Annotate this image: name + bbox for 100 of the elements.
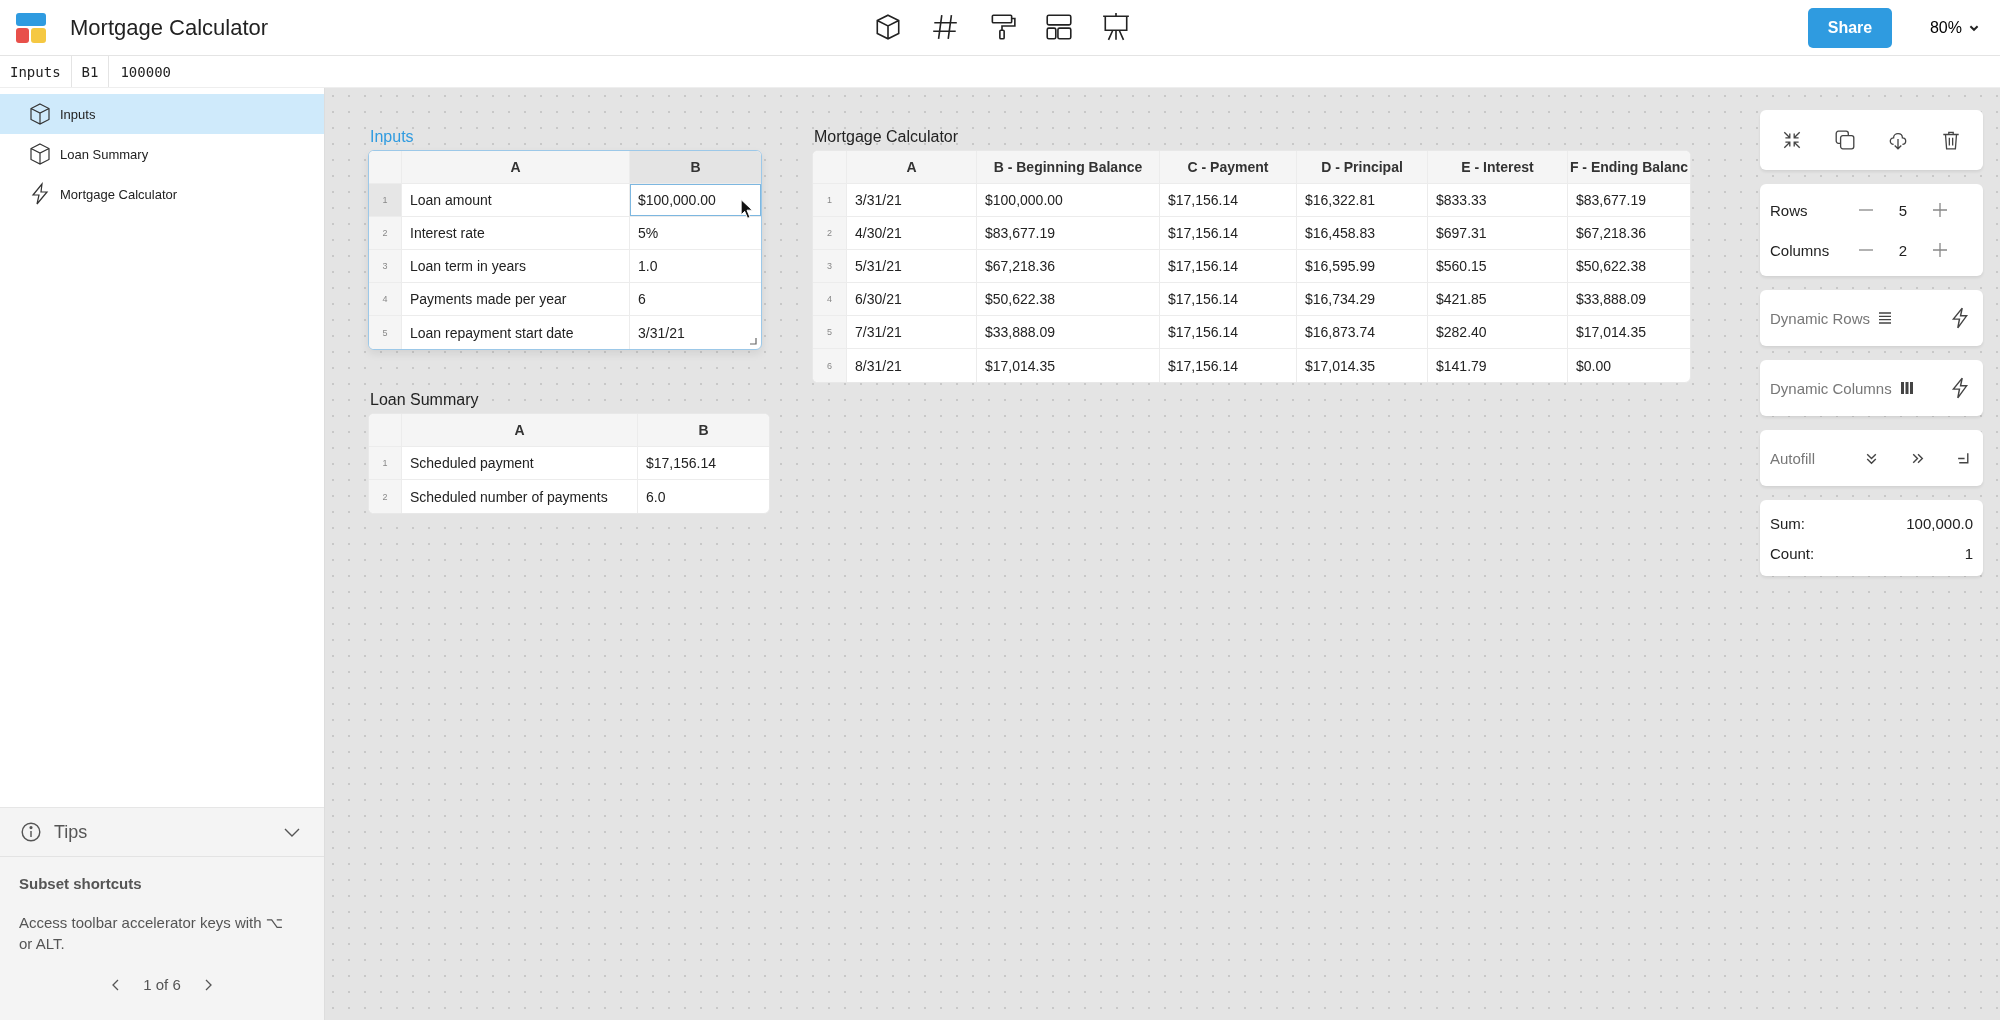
- column-header[interactable]: E - Interest: [1428, 151, 1568, 183]
- table-cell: $560.15: [1428, 250, 1568, 282]
- info-icon: [20, 821, 42, 843]
- column-header[interactable]: B - Beginning Balance: [977, 151, 1160, 183]
- table-cell: Loan term in years: [402, 250, 630, 282]
- table-cell-text: $83,677.19: [1575, 191, 1648, 210]
- table-cell: $16,734.29: [1297, 283, 1428, 315]
- table-cell-text: $0.00: [1575, 356, 1613, 376]
- table-cell: $17,014.35: [977, 349, 1160, 382]
- hash-icon[interactable]: [930, 12, 960, 42]
- cube-icon: [28, 142, 52, 166]
- columns-icon: [1899, 381, 1914, 395]
- dynamic-label: Dynamic Columns: [1770, 379, 1892, 397]
- table-cell: $16,873.74: [1297, 316, 1428, 348]
- table-cell: Interest rate: [402, 217, 630, 249]
- table-cell: $282.40: [1428, 316, 1568, 348]
- sidebar-item[interactable]: Loan Summary: [0, 134, 324, 174]
- sidebar-item[interactable]: Mortgage Calculator: [0, 174, 324, 214]
- sheet-name-field[interactable]: Inputs: [0, 56, 72, 87]
- stepper-value: 2: [1897, 241, 1909, 259]
- table-cell-text: 6.0: [645, 487, 667, 507]
- tip-text: Access toolbar accelerator keys with ⌥ or ALT.: [19, 913, 285, 954]
- resize-handle-icon[interactable]: [749, 337, 757, 345]
- row-number[interactable]: 6: [813, 349, 847, 382]
- lightning-icon[interactable]: [1949, 377, 1971, 399]
- page-indicator: 1 of 6: [143, 976, 181, 993]
- row-number[interactable]: 4: [813, 283, 847, 315]
- table-cell: $141.79: [1428, 349, 1568, 382]
- table-cell: $421.85: [1428, 283, 1568, 315]
- column-header[interactable]: F - Ending Balanc: [1568, 151, 1690, 183]
- column-header[interactable]: B: [638, 414, 769, 446]
- column-header[interactable]: A: [402, 414, 638, 446]
- table-cell: $17,156.14: [1160, 217, 1297, 249]
- cell-reference-field[interactable]: B1: [71, 56, 110, 87]
- table-cell: $697.31: [1428, 217, 1568, 249]
- app-logo-icon: [16, 12, 46, 43]
- sidebar-item[interactable]: Inputs: [0, 94, 324, 134]
- column-header[interactable]: A: [847, 151, 977, 183]
- table-cell: $16,458.83: [1297, 217, 1428, 249]
- zoom-dropdown[interactable]: 80%: [1925, 14, 1984, 41]
- table-title[interactable]: Mortgage Calculator: [812, 128, 1691, 146]
- layout-icon[interactable]: [1044, 12, 1074, 42]
- table-cell-text: 5%: [637, 224, 660, 243]
- table-cell: 6/30/21: [847, 283, 977, 315]
- copy-icon[interactable]: [1834, 129, 1857, 151]
- table-cell: 8/31/21: [847, 349, 977, 382]
- lightning-icon[interactable]: [1949, 307, 1971, 329]
- table-cell-text: $67,218.36: [1575, 224, 1648, 243]
- stat-value: 100,000.0: [1906, 514, 1973, 532]
- dynamic-label: Dynamic Rows: [1770, 309, 1871, 327]
- table-cell-text: $50,622.38: [1575, 257, 1648, 276]
- table-cell: $17,156.14: [1160, 349, 1297, 382]
- table-cell: $67,218.36: [977, 250, 1160, 282]
- table-cell: Loan repayment start date: [402, 316, 630, 349]
- stepper-value: 5: [1897, 201, 1909, 219]
- tip-heading: Subset shortcuts: [19, 875, 143, 892]
- lines-icon: [1878, 311, 1893, 325]
- table-cell: $833.33: [1428, 184, 1568, 216]
- table-cell-text: 6: [637, 290, 647, 309]
- table-cell: Scheduled number of payments: [402, 480, 638, 513]
- table-cell: $33,888.09: [977, 316, 1160, 348]
- stat-label: Sum:: [1770, 514, 1805, 532]
- table-cell: $17,156.14: [1160, 316, 1297, 348]
- table-cell-text: 1.0: [637, 257, 659, 276]
- table-cell: 3/31/21: [847, 184, 977, 216]
- corner-fill-icon[interactable]: [1956, 450, 1971, 466]
- table-cell-text: $17,156.14: [645, 454, 718, 473]
- table-cell-text: $33,888.09: [1575, 290, 1648, 309]
- autofill-label: Autofill: [1770, 449, 1816, 467]
- table-cell: 4/30/21: [847, 217, 977, 249]
- row-number[interactable]: 5: [813, 316, 847, 348]
- row-number[interactable]: 2: [813, 217, 847, 249]
- stepper-label: Columns: [1770, 241, 1831, 259]
- table-cell: $100,000.00: [630, 184, 761, 216]
- easel-icon[interactable]: [1101, 12, 1131, 42]
- formula-input[interactable]: 100000: [109, 56, 182, 87]
- stat-label: Count:: [1770, 544, 1815, 562]
- table-cell: $50,622.38: [977, 283, 1160, 315]
- mouse-cursor-icon: [740, 198, 754, 220]
- table-cell: Payments made per year: [402, 283, 630, 315]
- column-header[interactable]: D - Principal: [1297, 151, 1428, 183]
- table-cell: $17,156.14: [1160, 283, 1297, 315]
- column-header[interactable]: C - Payment: [1160, 151, 1297, 183]
- cube-icon: [28, 102, 52, 126]
- column-header[interactable]: B: [630, 151, 761, 183]
- table-cell-text: $17,014.35: [1575, 323, 1648, 342]
- table-cell-text: 3/31/21: [637, 323, 686, 343]
- table-cell: $83,677.19: [977, 217, 1160, 249]
- cube-icon[interactable]: [873, 12, 903, 42]
- tips-title: Tips: [54, 821, 88, 843]
- document-title: Mortgage Calculator: [70, 14, 269, 41]
- table-title[interactable]: Loan Summary: [368, 391, 770, 409]
- table-cell: Loan amount: [402, 184, 630, 216]
- row-number[interactable]: 3: [813, 250, 847, 282]
- row-number[interactable]: 4: [369, 283, 402, 315]
- table-cell: $16,595.99: [1297, 250, 1428, 282]
- table-cell: Scheduled payment: [402, 447, 638, 479]
- table-cell: $17,014.35: [1297, 349, 1428, 382]
- table-cell: 7/31/21: [847, 316, 977, 348]
- table-cell: $17,156.14: [1160, 184, 1297, 216]
